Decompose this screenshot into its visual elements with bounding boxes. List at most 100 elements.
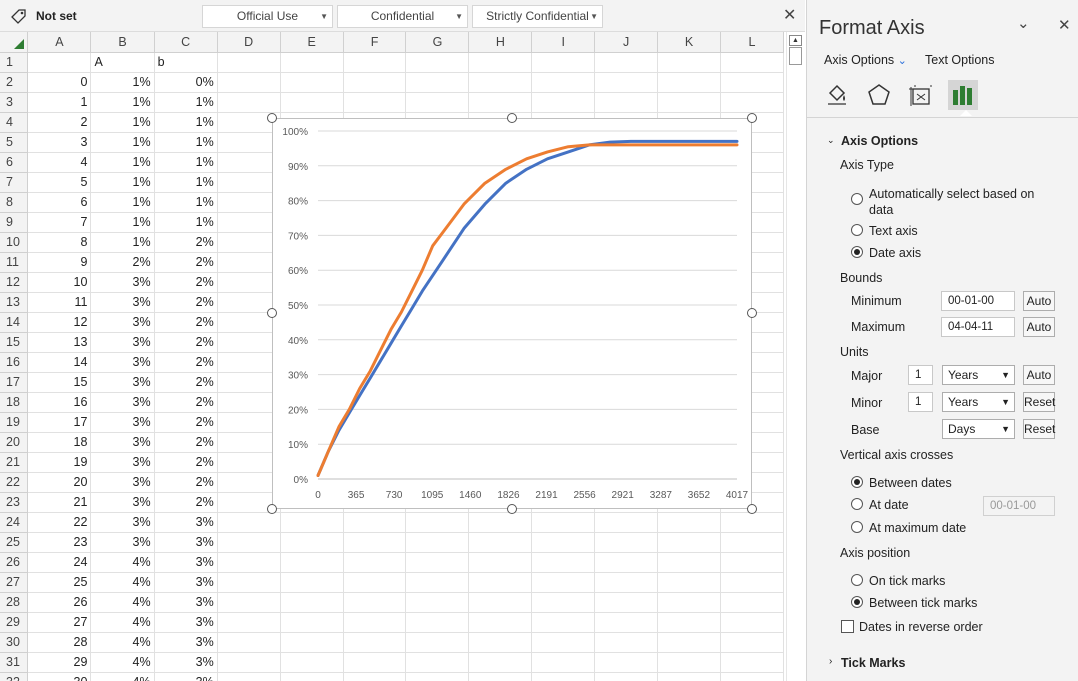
cell[interactable]: [531, 592, 596, 613]
cell[interactable]: 3%: [154, 672, 218, 681]
cell[interactable]: [217, 612, 281, 633]
cell[interactable]: 2%: [90, 252, 155, 273]
cell[interactable]: [343, 592, 407, 613]
cell[interactable]: 1: [27, 92, 92, 113]
cell[interactable]: [531, 652, 596, 673]
row-header[interactable]: 14: [0, 312, 29, 333]
cell[interactable]: [531, 632, 596, 653]
row-header[interactable]: 16: [0, 352, 29, 373]
cell[interactable]: [657, 72, 721, 93]
row-header[interactable]: 17: [0, 372, 29, 393]
cell[interactable]: 3%: [154, 532, 218, 553]
between-tick-marks-label[interactable]: Between tick marks: [869, 596, 977, 610]
cell[interactable]: [720, 672, 784, 681]
resize-handle[interactable]: [507, 113, 517, 123]
cell[interactable]: 15: [27, 372, 92, 393]
radio-auto-axis[interactable]: [851, 193, 863, 205]
cell[interactable]: [531, 92, 596, 113]
cell[interactable]: [405, 612, 470, 633]
row-header[interactable]: 11: [0, 252, 29, 273]
major-input[interactable]: 1: [908, 365, 933, 385]
cell[interactable]: [468, 512, 533, 533]
resize-handle[interactable]: [507, 504, 517, 514]
cell[interactable]: [468, 652, 533, 673]
cell[interactable]: [217, 332, 281, 353]
cell[interactable]: [343, 52, 407, 73]
tab-axis-options[interactable]: Axis Options ⌄: [824, 53, 907, 67]
cell[interactable]: 3%: [154, 592, 218, 613]
cell[interactable]: 1%: [90, 112, 155, 133]
between-dates-label[interactable]: Between dates: [869, 476, 952, 490]
cell[interactable]: [217, 632, 281, 653]
cell[interactable]: [217, 192, 281, 213]
cell[interactable]: [531, 52, 596, 73]
cell[interactable]: [720, 532, 784, 553]
cell[interactable]: 26: [27, 592, 92, 613]
cell[interactable]: 3%: [154, 572, 218, 593]
row-header[interactable]: 28: [0, 592, 29, 613]
cell[interactable]: 1%: [154, 212, 218, 233]
cell[interactable]: 2: [27, 112, 92, 133]
radio-at-date[interactable]: [851, 498, 863, 510]
row-header[interactable]: 20: [0, 432, 29, 453]
row-header[interactable]: 9: [0, 212, 29, 233]
cell[interactable]: [657, 672, 721, 681]
cell[interactable]: 9: [27, 252, 92, 273]
cell[interactable]: [531, 572, 596, 593]
cell[interactable]: 2%: [154, 392, 218, 413]
cell[interactable]: A: [90, 52, 155, 73]
column-header[interactable]: J: [594, 32, 659, 53]
cell[interactable]: [217, 92, 281, 113]
cell[interactable]: [343, 72, 407, 93]
cell[interactable]: 3%: [90, 432, 155, 453]
cell[interactable]: 1%: [90, 192, 155, 213]
column-header[interactable]: B: [90, 32, 155, 53]
cell[interactable]: 1%: [90, 232, 155, 253]
cell[interactable]: 2%: [154, 272, 218, 293]
cell[interactable]: [405, 632, 470, 653]
cell[interactable]: [594, 652, 659, 673]
line-chart[interactable]: 0% 10% 20% 30% 40% 50% 60% 70% 80% 90% 100% 0 365 730…: [272, 118, 752, 509]
resize-handle[interactable]: [267, 308, 277, 318]
cell[interactable]: [594, 632, 659, 653]
cell[interactable]: [657, 512, 721, 533]
cell[interactable]: [720, 72, 784, 93]
row-header[interactable]: 6: [0, 152, 29, 173]
vertical-scrollbar[interactable]: ▲: [786, 32, 803, 681]
cell[interactable]: 4%: [90, 572, 155, 593]
cell[interactable]: [720, 572, 784, 593]
cell[interactable]: [217, 472, 281, 493]
cell[interactable]: [720, 552, 784, 573]
minor-reset-button[interactable]: Reset: [1023, 392, 1055, 412]
column-header[interactable]: F: [343, 32, 407, 53]
cell[interactable]: 6: [27, 192, 92, 213]
row-header[interactable]: 21: [0, 452, 29, 473]
cell[interactable]: 28: [27, 632, 92, 653]
cell[interactable]: 4%: [90, 592, 155, 613]
cell[interactable]: 5: [27, 172, 92, 193]
cell[interactable]: [594, 592, 659, 613]
cell[interactable]: [217, 132, 281, 153]
cell[interactable]: [280, 552, 344, 573]
cell[interactable]: [280, 572, 344, 593]
cell[interactable]: [280, 592, 344, 613]
close-icon[interactable]: ✕: [1058, 16, 1071, 34]
cell[interactable]: [657, 612, 721, 633]
cell[interactable]: [720, 512, 784, 533]
cell[interactable]: 8: [27, 232, 92, 253]
cell[interactable]: 3%: [154, 632, 218, 653]
cell[interactable]: [280, 652, 344, 673]
cell[interactable]: [343, 672, 407, 681]
cell[interactable]: [594, 92, 659, 113]
cell[interactable]: [405, 532, 470, 553]
row-header[interactable]: 18: [0, 392, 29, 413]
cell[interactable]: [343, 612, 407, 633]
section-axis-options[interactable]: Axis Options: [841, 134, 918, 148]
cell[interactable]: 3%: [90, 392, 155, 413]
cell[interactable]: [594, 572, 659, 593]
cell[interactable]: 1%: [90, 212, 155, 233]
cell[interactable]: [468, 672, 533, 681]
cell[interactable]: [217, 212, 281, 233]
resize-handle[interactable]: [747, 308, 757, 318]
cell[interactable]: [657, 552, 721, 573]
